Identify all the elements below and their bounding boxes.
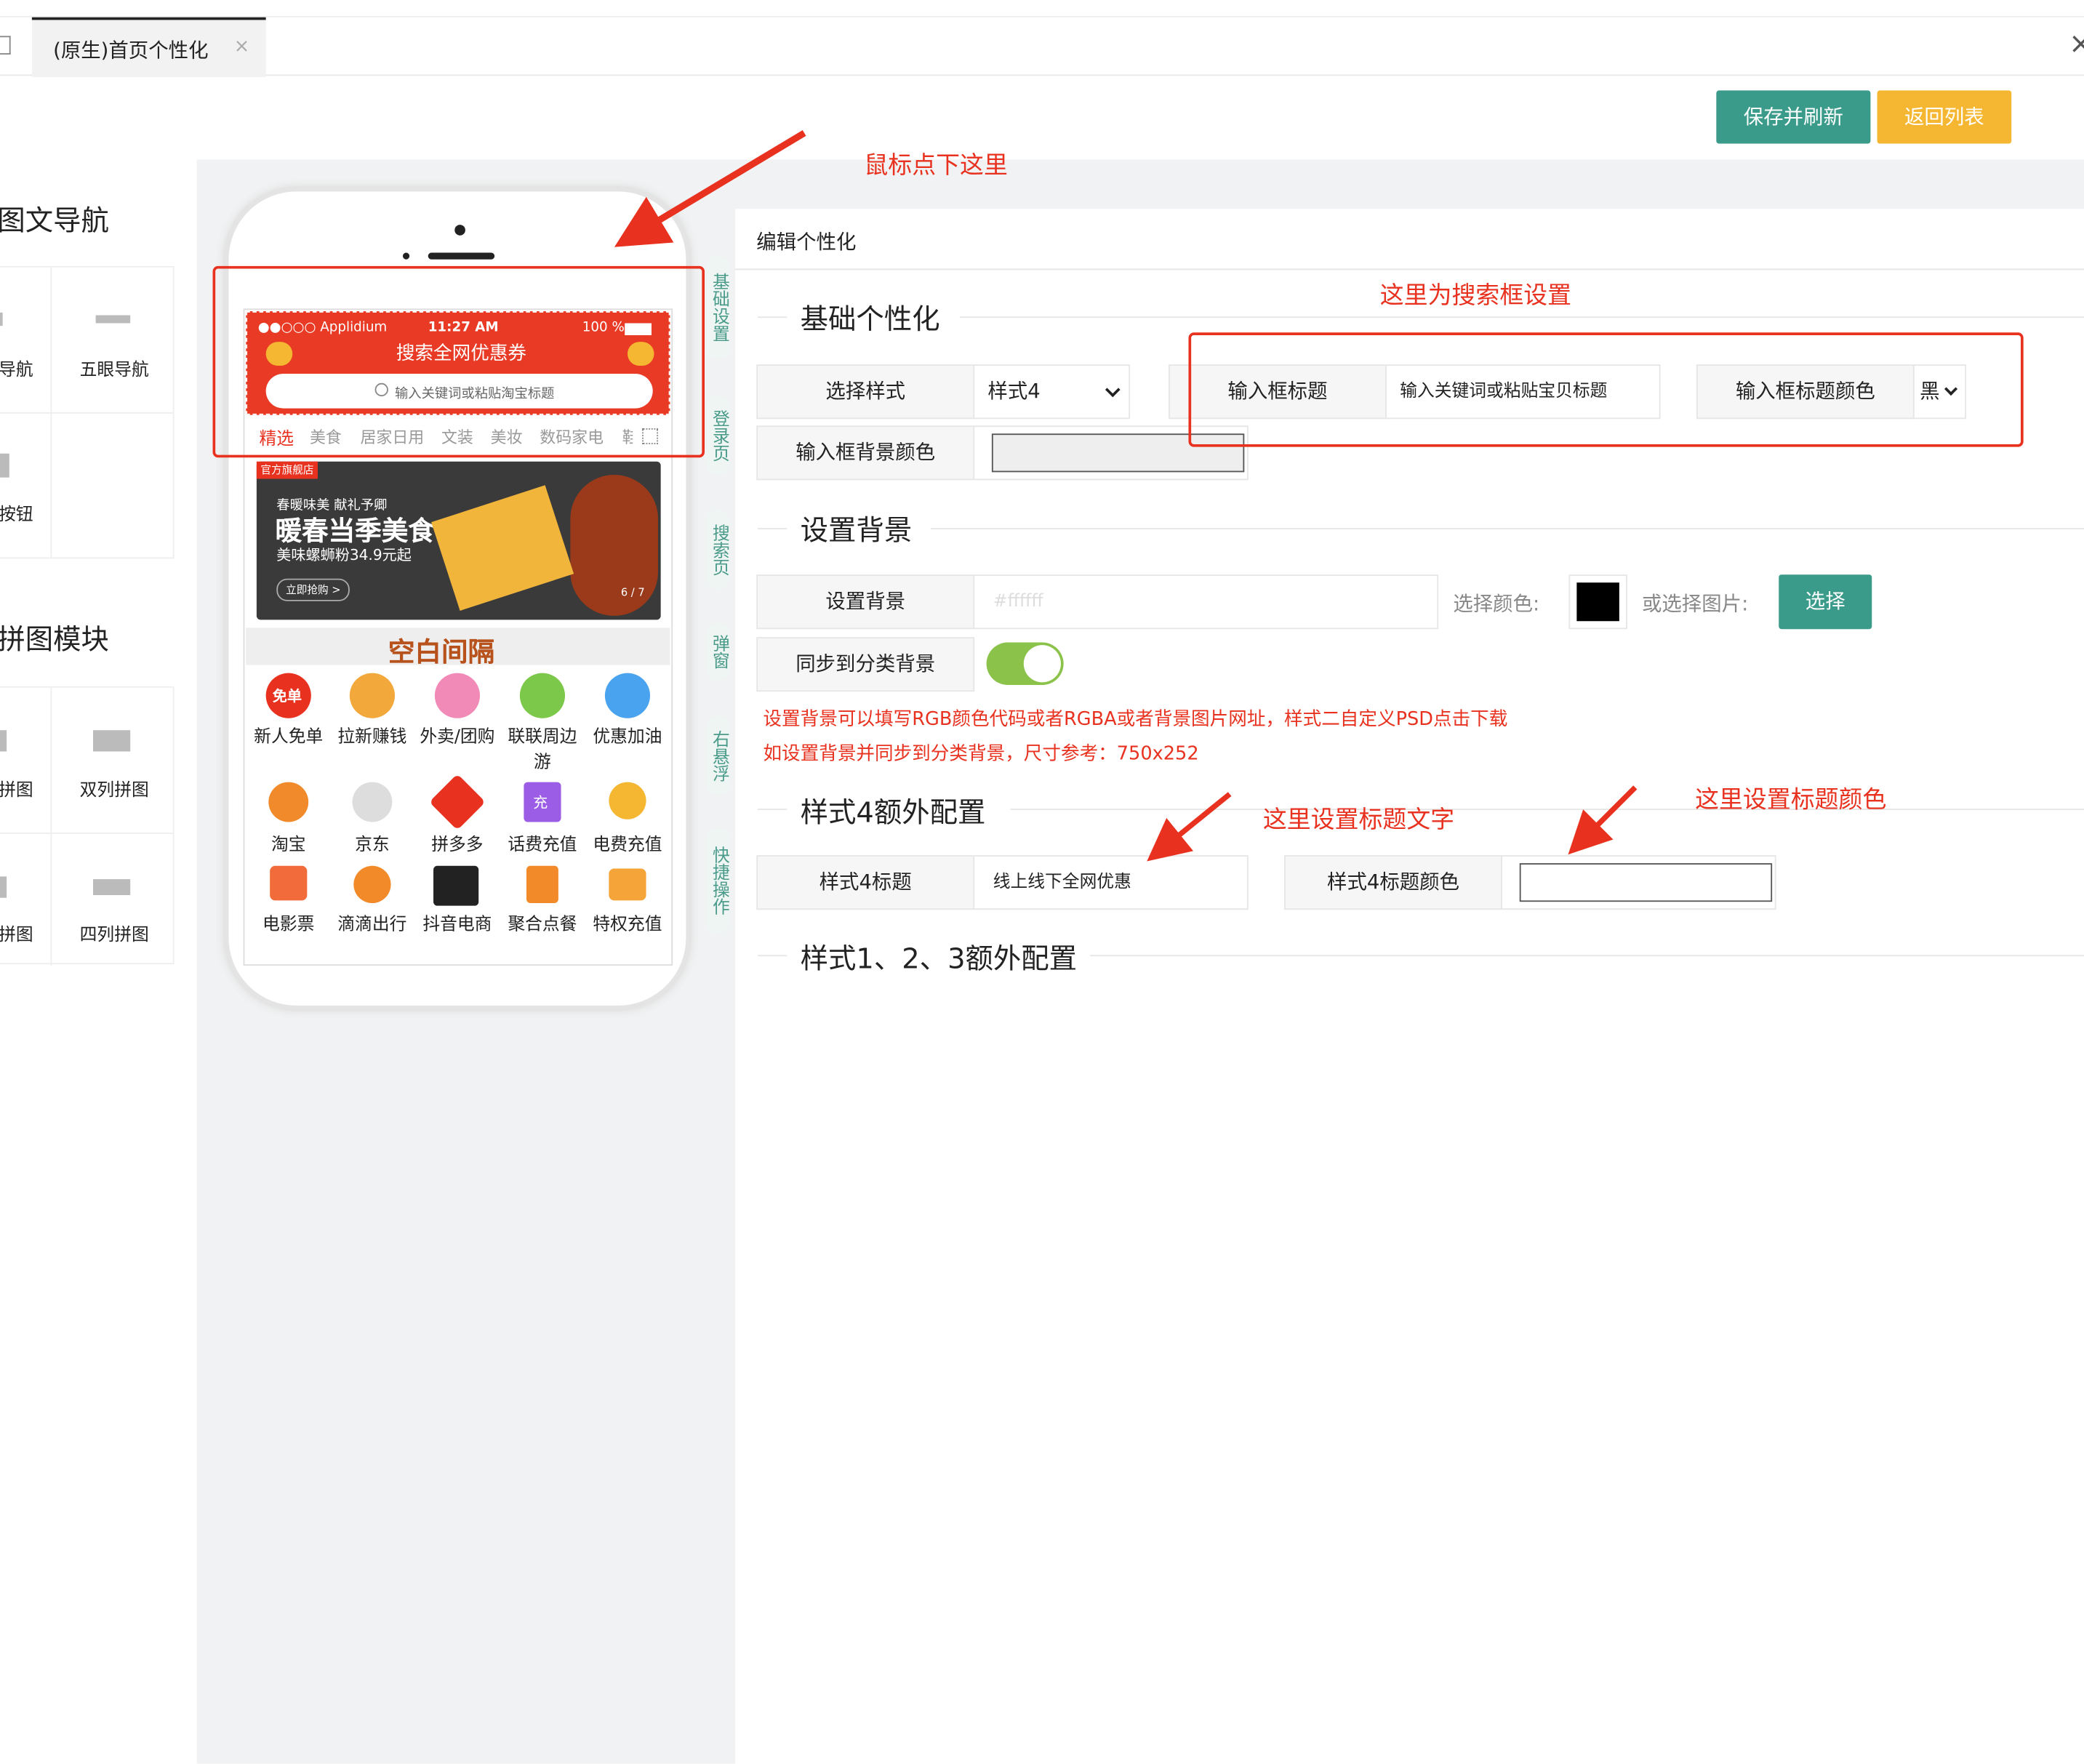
- arrow-icon-annotations: [614, 129, 1638, 862]
- arrow-to-phone: [614, 129, 806, 247]
- arrow-to-title: [1147, 792, 1232, 862]
- arrow-to-color: [1568, 785, 1638, 855]
